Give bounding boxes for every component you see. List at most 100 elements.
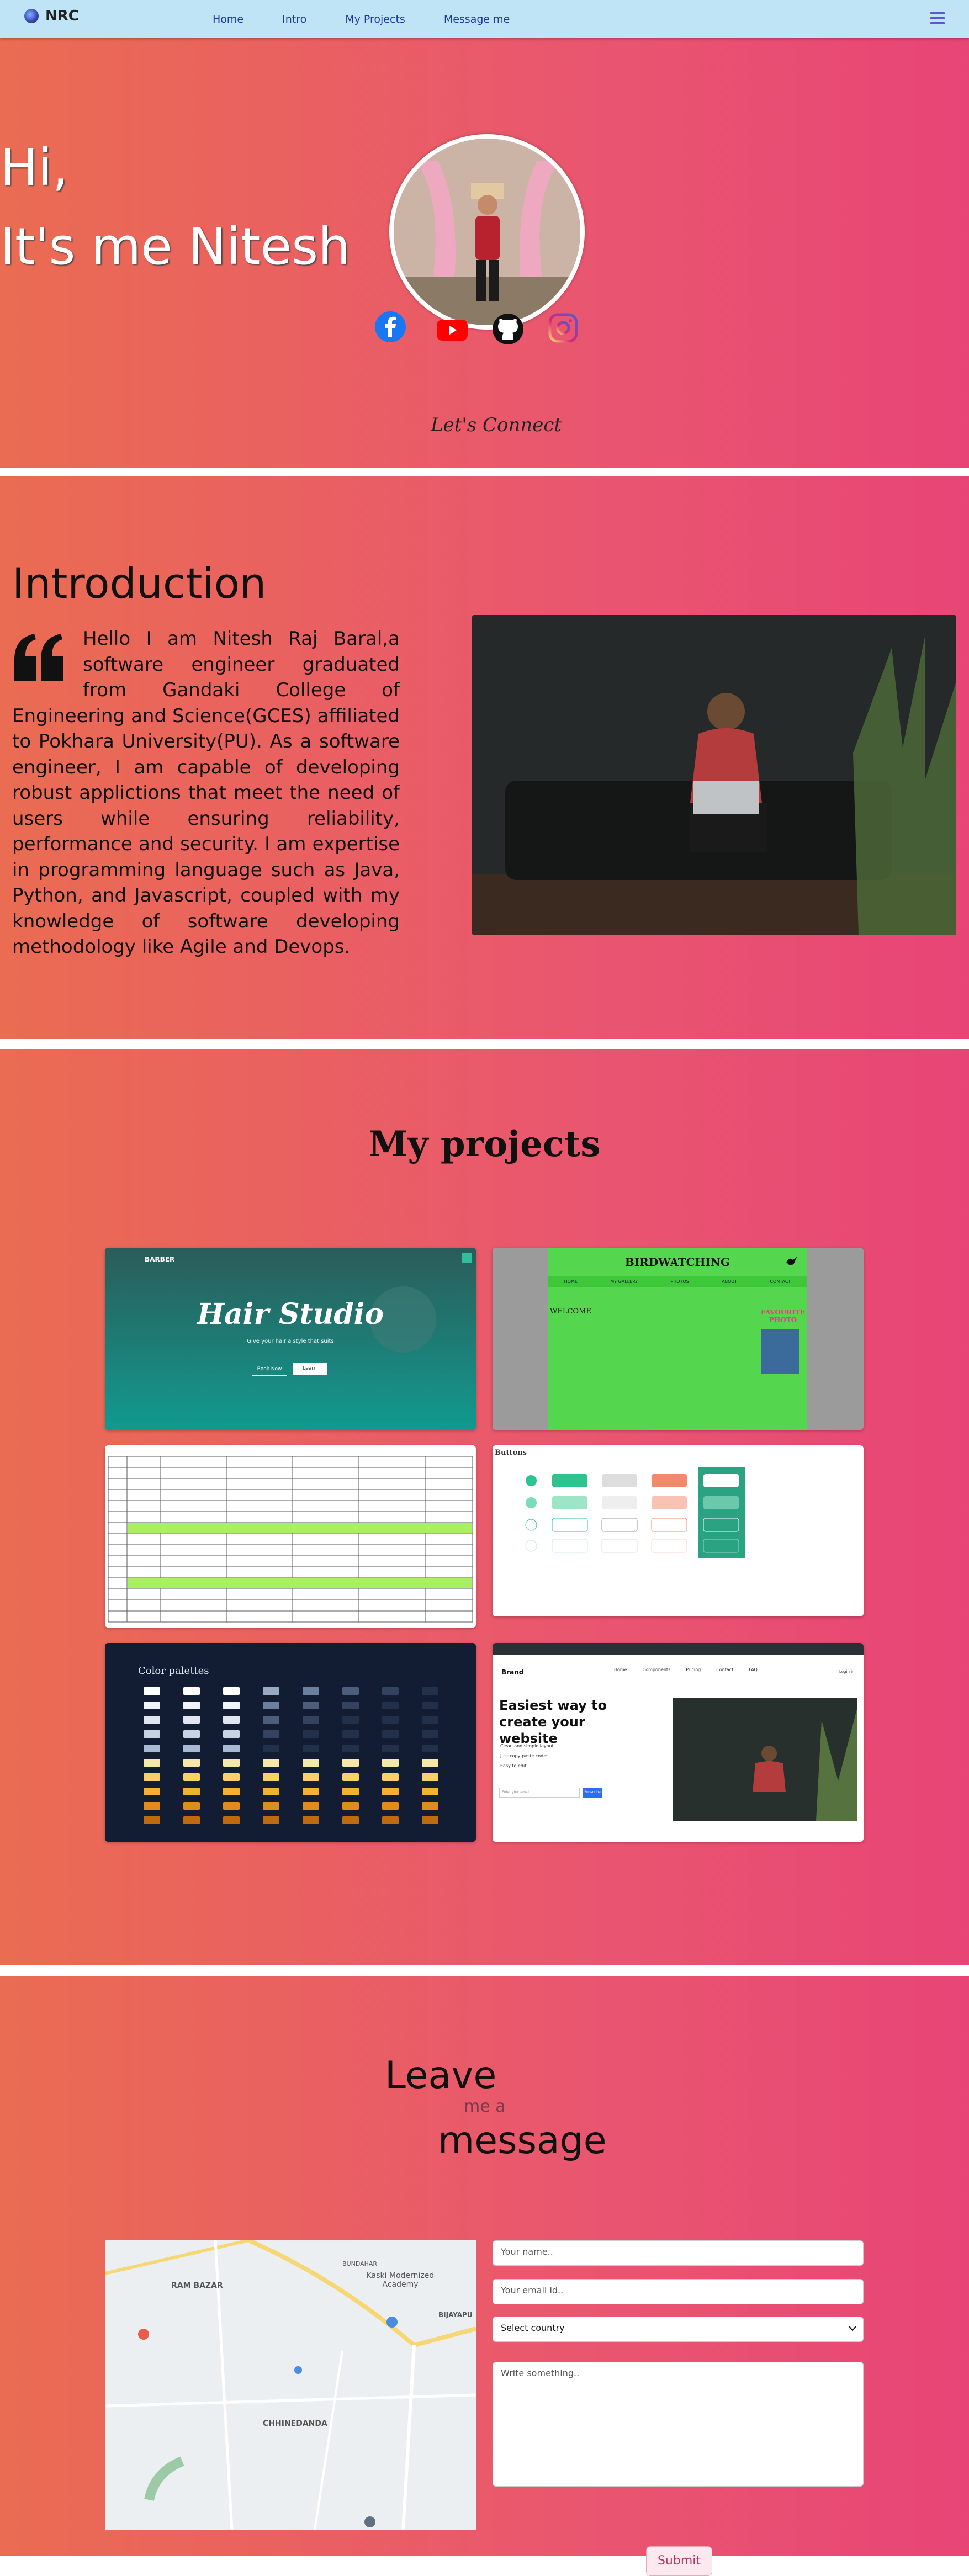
palette-swatch (223, 1816, 240, 1824)
project-card-color-palettes[interactable]: Color palettes (105, 1643, 476, 1842)
map-embed[interactable]: RAM BAZAR Kaski Modernized Academy CHHIN… (105, 2240, 476, 2530)
project-card-buttons[interactable]: Buttons (493, 1445, 864, 1616)
landing-feature: Easy to edit (500, 1763, 527, 1768)
landing-nav-item[interactable]: Contact (716, 1667, 733, 1672)
landing-nav-item[interactable]: Home (614, 1667, 627, 1672)
me-a-heading: me a (464, 2097, 506, 2116)
brand[interactable]: NRC (24, 8, 79, 24)
bird-nav: HOME MY GALLERY PHOTOS ABOUT CONTACT (548, 1276, 807, 1287)
palette-swatch (144, 1687, 160, 1695)
map-label: BUNDAHAR (342, 2260, 378, 2267)
palette-swatch (263, 1730, 279, 1738)
palette-swatch (144, 1788, 160, 1795)
palette-swatch (382, 1745, 399, 1752)
bird-nav-item[interactable]: PHOTOS (670, 1276, 689, 1287)
palette-swatch (183, 1730, 200, 1738)
palette-swatch (263, 1745, 279, 1752)
palette-swatch (144, 1745, 160, 1752)
nav-links: Home Intro My Projects Message me (213, 13, 548, 25)
bird-photo (761, 1329, 799, 1374)
bird-nav-item[interactable]: ABOUT (722, 1276, 737, 1287)
palette-swatch (303, 1730, 319, 1738)
palette-swatch (303, 1745, 319, 1752)
palette-swatch (263, 1816, 279, 1824)
palette-swatch (223, 1716, 240, 1724)
nav-link-intro[interactable]: Intro (282, 13, 306, 25)
hero-greeting: Hi, (0, 138, 68, 197)
intro-title: Introduction (12, 559, 267, 608)
avatar (389, 134, 585, 330)
nav-link-projects[interactable]: My Projects (345, 13, 405, 25)
palette-swatch (144, 1802, 160, 1810)
palette-swatch (223, 1702, 240, 1709)
project-card-birdwatching[interactable]: BIRDWATCHING HOME MY GALLERY PHOTOS ABOU… (493, 1248, 864, 1430)
palette-swatch (223, 1730, 240, 1738)
palette-swatch (183, 1702, 200, 1709)
instagram-icon[interactable] (547, 311, 580, 344)
map-label: RAM BAZAR (171, 2281, 223, 2290)
landing-nav-item[interactable]: Components (643, 1667, 671, 1672)
palette-swatch (382, 1816, 399, 1824)
palette-swatch (183, 1802, 200, 1810)
submit-button[interactable]: Submit (646, 2546, 712, 2576)
message-textarea[interactable]: Write something.. (493, 2362, 864, 2487)
intro-text: Hello I am Nitesh Raj Baral,a software e… (12, 628, 400, 958)
palette-swatch (342, 1716, 359, 1724)
chevron-down-icon (849, 2326, 856, 2331)
facebook-icon[interactable] (374, 310, 407, 343)
nav-link-home[interactable]: Home (213, 13, 243, 25)
landing-email-input[interactable]: Enter your email (499, 1788, 580, 1798)
landing-login[interactable]: Login in (839, 1669, 855, 1674)
youtube-icon[interactable] (436, 314, 469, 347)
palette-swatch (342, 1730, 359, 1738)
palette-swatch (223, 1745, 240, 1752)
palette-swatch (422, 1816, 438, 1824)
message-section: Leave me a message RAM BAZAR Kaski Moder… (0, 1976, 969, 2576)
palette-swatch (183, 1745, 200, 1752)
section-divider (0, 1965, 969, 1976)
hair-learn-button[interactable]: Learn (293, 1363, 327, 1375)
country-select[interactable]: Select country (493, 2317, 864, 2342)
hair-title: Hair Studio (197, 1297, 384, 1331)
github-icon[interactable] (491, 312, 525, 346)
palette-grid (144, 1687, 438, 1824)
browser-bar (493, 1643, 864, 1655)
email-input[interactable]: Your email id.. (493, 2279, 864, 2304)
palette-swatch (183, 1773, 200, 1781)
palette-swatch (303, 1687, 319, 1695)
landing-nav-item[interactable]: Pricing (686, 1667, 701, 1672)
name-input[interactable]: Your name.. (493, 2240, 864, 2266)
project-card-routine-table[interactable] (105, 1445, 476, 1628)
project-card-hair-studio[interactable]: BARBER Hair Studio Give your hair a styl… (105, 1248, 476, 1430)
palette-swatch (144, 1730, 160, 1738)
landing-nav: Home Components Pricing Contact FAQ (614, 1667, 758, 1672)
palette-swatch (183, 1816, 200, 1824)
palette-swatch (303, 1816, 319, 1824)
bird-nav-item[interactable]: CONTACT (770, 1276, 791, 1287)
landing-brand: Brand (501, 1668, 524, 1676)
landing-nav-item[interactable]: FAQ (749, 1667, 758, 1672)
palette-swatch (422, 1802, 438, 1810)
hero-section: Hi, It's me Nitesh Let's Connect (0, 38, 969, 468)
intro-section: Introduction Hello I am Nitesh Raj Baral… (0, 476, 969, 1039)
bird-fav-title: FAVOURITE PHOTO (761, 1308, 805, 1324)
bird-welcome: WELCOME (550, 1307, 591, 1316)
projects-title: My projects (368, 1123, 601, 1165)
nav-link-message[interactable]: Message me (444, 13, 510, 25)
palette-swatch (342, 1773, 359, 1781)
project-card-landing-page[interactable]: Brand Home Components Pricing Contact FA… (493, 1643, 864, 1842)
landing-feature: Just copy-paste codes (500, 1753, 549, 1758)
palette-swatch (342, 1816, 359, 1824)
palette-swatch (263, 1687, 279, 1695)
intro-photo (472, 615, 956, 935)
palette-swatch (422, 1773, 438, 1781)
landing-feature: Clean and simple layout (500, 1743, 554, 1748)
hamburger-menu-icon[interactable] (930, 12, 945, 25)
palette-swatch (382, 1759, 399, 1767)
bird-nav-item[interactable]: HOME (564, 1276, 578, 1287)
palette-swatch (422, 1730, 438, 1738)
landing-subscribe-button[interactable]: Subscribe (583, 1788, 602, 1798)
palette-swatch (263, 1702, 279, 1709)
hair-book-button[interactable]: Book Now (252, 1363, 287, 1376)
bird-nav-item[interactable]: MY GALLERY (610, 1276, 638, 1287)
